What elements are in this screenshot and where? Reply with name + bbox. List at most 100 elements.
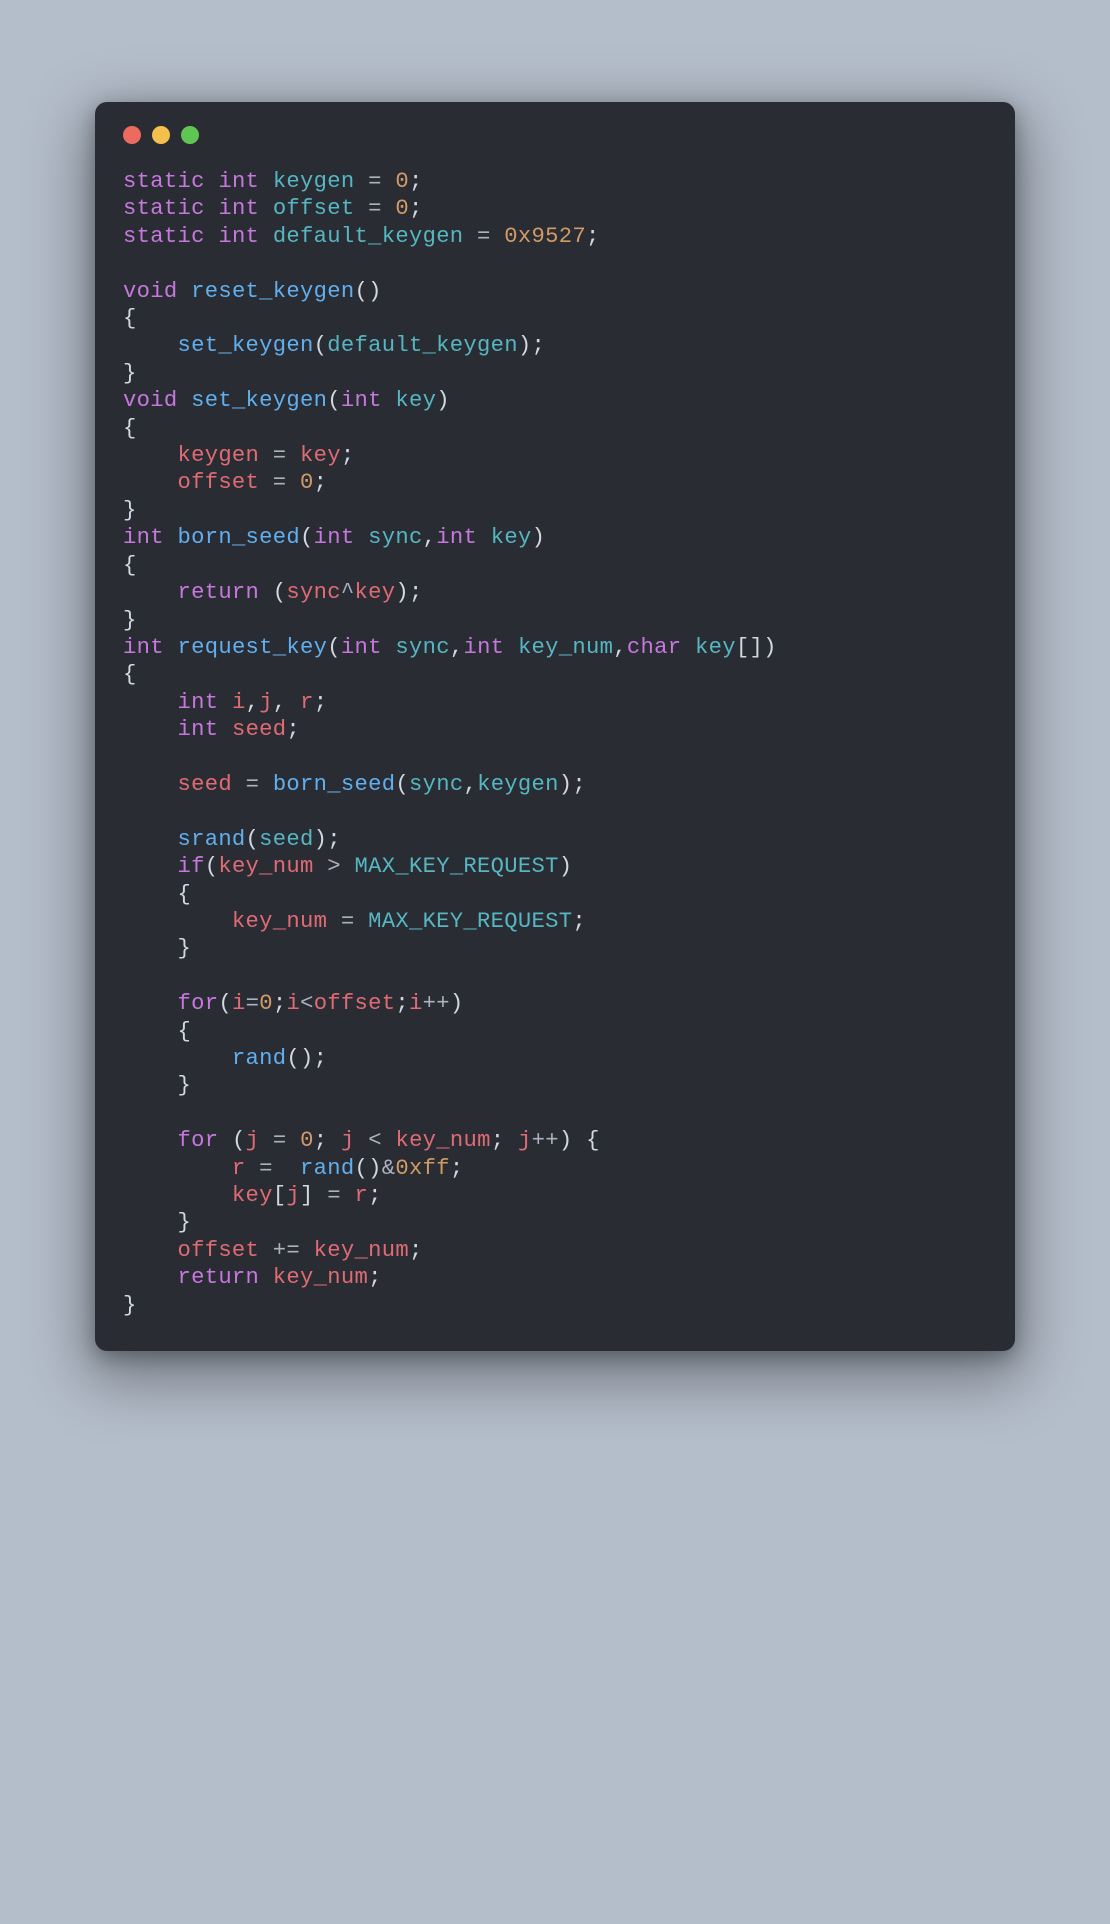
punc-comma: , bbox=[450, 635, 464, 660]
punc-rparen: ) bbox=[559, 772, 573, 797]
var-keygen: keygen bbox=[177, 443, 259, 468]
num-hexff: 0xff bbox=[395, 1156, 449, 1181]
param-key: key bbox=[491, 525, 532, 550]
num-hex9527: 0x9527 bbox=[504, 224, 586, 249]
fn-set-keygen: set_keygen bbox=[177, 333, 313, 358]
punc-lparen: ( bbox=[327, 635, 341, 660]
kw-int: int bbox=[218, 224, 259, 249]
op-eq: = bbox=[273, 1128, 287, 1153]
kw-if: if bbox=[177, 854, 204, 879]
kw-for: for bbox=[177, 991, 218, 1016]
punc-semi: ; bbox=[409, 580, 423, 605]
op-eq: = bbox=[246, 991, 260, 1016]
punc-rparen: ) bbox=[368, 1156, 382, 1181]
kw-int: int bbox=[341, 388, 382, 413]
kw-int: int bbox=[436, 525, 477, 550]
var-offset: offset bbox=[177, 470, 259, 495]
fn-born-seed: born_seed bbox=[273, 772, 396, 797]
punc-rbrace: } bbox=[123, 361, 137, 386]
punc-lbrack: [ bbox=[273, 1183, 287, 1208]
punc-semi: ; bbox=[273, 991, 287, 1016]
op-eq: = bbox=[341, 909, 355, 934]
punc-lbrace: { bbox=[586, 1128, 600, 1153]
op-eq: = bbox=[368, 169, 382, 194]
kw-int: int bbox=[177, 717, 218, 742]
var-r: r bbox=[232, 1156, 246, 1181]
var-offset: offset bbox=[273, 196, 355, 221]
code-window: static int keygen = 0; static int offset… bbox=[95, 102, 1015, 1351]
punc-comma: , bbox=[246, 690, 260, 715]
fn-reset-keygen: reset_keygen bbox=[191, 279, 354, 304]
punc-lparen: ( bbox=[218, 991, 232, 1016]
op-caret: ^ bbox=[341, 580, 355, 605]
punc-lbrace: { bbox=[123, 553, 137, 578]
kw-return: return bbox=[177, 580, 259, 605]
punc-lparen: ( bbox=[395, 772, 409, 797]
kw-int: int bbox=[123, 635, 164, 660]
num-zero: 0 bbox=[259, 991, 273, 1016]
fn-request-key: request_key bbox=[177, 635, 327, 660]
var-sync: sync bbox=[286, 580, 340, 605]
var-key-num: key_num bbox=[232, 909, 327, 934]
param-sync: sync bbox=[368, 525, 422, 550]
kw-int: int bbox=[177, 690, 218, 715]
punc-rparen: ) bbox=[518, 333, 532, 358]
op-eq: = bbox=[273, 470, 287, 495]
var-key: key bbox=[355, 580, 396, 605]
kw-return: return bbox=[177, 1265, 259, 1290]
kw-static: static bbox=[123, 224, 205, 249]
kw-int: int bbox=[463, 635, 504, 660]
punc-semi: ; bbox=[314, 1046, 328, 1071]
const-max-key-request: MAX_KEY_REQUEST bbox=[355, 854, 559, 879]
minimize-icon[interactable] bbox=[152, 126, 170, 144]
punc-semi: ; bbox=[409, 169, 423, 194]
var-j: j bbox=[341, 1128, 355, 1153]
op-lt: < bbox=[300, 991, 314, 1016]
punc-rparen: ) bbox=[763, 635, 777, 660]
op-inc: ++ bbox=[532, 1128, 559, 1153]
var-seed: seed bbox=[177, 772, 231, 797]
punc-semi: ; bbox=[314, 690, 328, 715]
op-amp: & bbox=[382, 1156, 396, 1181]
punc-rparen: ) bbox=[532, 525, 546, 550]
punc-rparen: ) bbox=[559, 854, 573, 879]
var-sync: sync bbox=[409, 772, 463, 797]
param-sync: sync bbox=[395, 635, 449, 660]
punc-lbrace: { bbox=[123, 662, 137, 687]
punc-lparen: ( bbox=[300, 525, 314, 550]
zoom-icon[interactable] bbox=[181, 126, 199, 144]
kw-void: void bbox=[123, 279, 177, 304]
punc-rbrack: ] bbox=[749, 635, 763, 660]
var-keygen: keygen bbox=[477, 772, 559, 797]
op-eq: = bbox=[477, 224, 491, 249]
var-j: j bbox=[518, 1128, 532, 1153]
fn-rand: rand bbox=[232, 1046, 286, 1071]
kw-void: void bbox=[123, 388, 177, 413]
num-zero: 0 bbox=[395, 196, 409, 221]
op-eq: = bbox=[273, 443, 287, 468]
punc-semi: ; bbox=[314, 1128, 328, 1153]
close-icon[interactable] bbox=[123, 126, 141, 144]
op-eq: = bbox=[327, 1183, 341, 1208]
var-j: j bbox=[259, 690, 273, 715]
fn-born-seed: born_seed bbox=[177, 525, 300, 550]
kw-static: static bbox=[123, 169, 205, 194]
punc-lbrace: { bbox=[123, 306, 137, 331]
punc-lparen: ( bbox=[273, 580, 287, 605]
kw-for: for bbox=[177, 1128, 218, 1153]
fn-rand: rand bbox=[300, 1156, 354, 1181]
kw-int: int bbox=[218, 169, 259, 194]
var-offset: offset bbox=[314, 991, 396, 1016]
var-key-num: key_num bbox=[273, 1265, 368, 1290]
var-keygen: keygen bbox=[273, 169, 355, 194]
kw-char: char bbox=[627, 635, 681, 660]
var-j: j bbox=[246, 1128, 260, 1153]
var-seed: seed bbox=[259, 827, 313, 852]
const-max-key-request: MAX_KEY_REQUEST bbox=[368, 909, 572, 934]
punc-lparen: ( bbox=[246, 827, 260, 852]
punc-comma: , bbox=[423, 525, 437, 550]
punc-semi: ; bbox=[586, 224, 600, 249]
punc-semi: ; bbox=[531, 333, 545, 358]
punc-rbrace: } bbox=[123, 608, 137, 633]
kw-int: int bbox=[218, 196, 259, 221]
